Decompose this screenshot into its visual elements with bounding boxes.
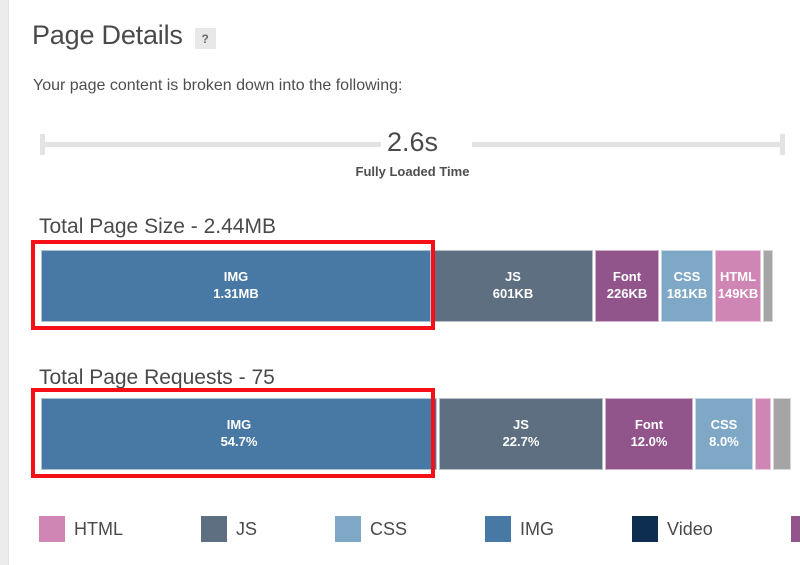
chart-legend: HTMLJSCSSIMGVideoFontOther xyxy=(39,516,800,542)
bar-segment-html[interactable] xyxy=(755,398,771,470)
page-subtitle: Your page content is broken down into th… xyxy=(33,77,403,94)
total-page-requests-bar: IMG 54.7% JS 22.7% Font 12.0% CSS 8.0% xyxy=(41,398,791,470)
header: Page Details ? xyxy=(32,22,216,49)
legend-label: Video xyxy=(667,518,713,539)
segment-value-label: 12.0% xyxy=(630,434,668,449)
bar-segment-other[interactable] xyxy=(763,250,773,322)
segment-category-label: CSS xyxy=(710,417,738,433)
bar-segment-css[interactable]: CSS 8.0% xyxy=(695,398,753,470)
bar-segment-js[interactable]: JS 22.7% xyxy=(439,398,603,470)
total-page-size-heading: Total Page Size - 2.44MB xyxy=(39,215,276,238)
legend-item-font[interactable]: Font xyxy=(790,516,800,542)
question-mark-icon[interactable]: ? xyxy=(194,28,216,49)
segment-value-label: 22.7% xyxy=(502,434,540,449)
segment-category-label: CSS xyxy=(673,269,701,285)
bar-segment-js[interactable]: JS 601KB xyxy=(433,250,593,322)
fully-loaded-timeline: 2.6s Fully Loaded Time xyxy=(40,127,785,185)
segment-category-label: IMG xyxy=(223,269,249,285)
bar-segment-other[interactable] xyxy=(773,398,791,470)
legend-swatch-html xyxy=(39,516,65,542)
segment-value-label: 1.31MB xyxy=(213,286,259,301)
legend-swatch-css xyxy=(335,516,362,542)
segment-category-label: HTML xyxy=(719,269,757,285)
legend-swatch-js xyxy=(201,516,227,542)
legend-item-js[interactable]: JS xyxy=(201,516,257,542)
legend-item-img[interactable]: IMG xyxy=(485,516,554,542)
segment-value-label: 601KB xyxy=(492,286,534,301)
legend-label: JS xyxy=(236,518,258,539)
legend-swatch-img xyxy=(485,516,512,542)
segment-category-label: JS xyxy=(505,269,521,285)
total-page-size-bar: IMG 1.31MB JS 601KB Font 226KB CSS 181KB HTML 149… xyxy=(41,250,785,322)
fully-loaded-time-value: 2.6s xyxy=(386,127,439,157)
fully-loaded-time-label: Fully Loaded Time xyxy=(355,164,470,179)
segment-value-label: 149KB xyxy=(717,286,759,301)
bar-segment-css[interactable]: CSS 181KB xyxy=(661,250,713,322)
bar-segment-img[interactable]: IMG 1.31MB xyxy=(41,250,431,322)
segment-value-label: 8.0% xyxy=(709,434,739,449)
legend-label: IMG xyxy=(520,518,555,539)
segment-value-label: 226KB xyxy=(606,286,648,301)
page-details-card: Page Details ? Your page content is brok… xyxy=(8,0,800,565)
legend-item-css[interactable]: CSS xyxy=(335,516,407,542)
total-page-requests-heading: Total Page Requests - 75 xyxy=(39,366,275,389)
segment-value-label: 181KB xyxy=(666,286,708,301)
segment-category-label: Font xyxy=(634,417,664,433)
legend-label: HTML xyxy=(74,518,123,539)
legend-item-video[interactable]: Video xyxy=(632,516,713,542)
legend-label: CSS xyxy=(370,518,408,539)
legend-swatch-font xyxy=(790,516,800,542)
bar-segment-font[interactable]: Font 226KB xyxy=(595,250,659,322)
bar-segment-img[interactable]: IMG 54.7% xyxy=(41,398,437,470)
segment-category-label: Font xyxy=(612,269,642,285)
bar-segment-html[interactable]: HTML 149KB xyxy=(715,250,761,322)
legend-swatch-video xyxy=(632,516,659,542)
segment-category-label: JS xyxy=(513,417,529,433)
page-title: Page Details xyxy=(32,20,183,50)
segment-value-label: 54.7% xyxy=(220,434,258,449)
bar-segment-font[interactable]: Font 12.0% xyxy=(605,398,693,470)
page-root: Page Details ? Your page content is brok… xyxy=(0,0,800,565)
segment-category-label: IMG xyxy=(226,417,252,433)
legend-item-html[interactable]: HTML xyxy=(39,516,123,542)
